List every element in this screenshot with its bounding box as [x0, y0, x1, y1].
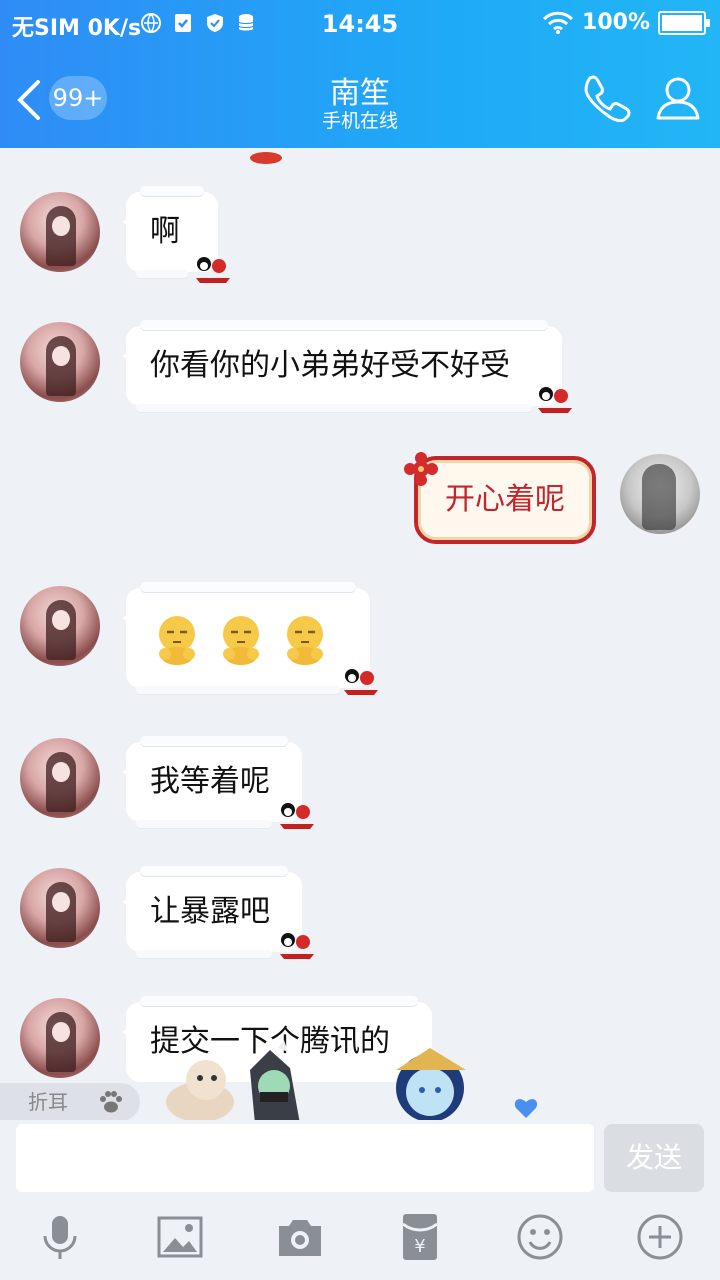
- avatar[interactable]: [20, 738, 100, 818]
- penguin-sleigh-icon: [538, 387, 572, 413]
- anime-character-sticker-icon: [396, 1048, 466, 1122]
- battery-icon: [658, 10, 710, 35]
- penguin-sleigh-icon: [280, 933, 314, 959]
- message-text: 你看你的小弟弟好受不好受: [150, 348, 510, 383]
- composer: 发送 ¥: [0, 1120, 720, 1280]
- sticker-strip: [166, 1040, 538, 1124]
- message-text: 让暴露吧: [150, 894, 270, 929]
- bubble-snow-decor: [136, 820, 272, 828]
- message-bubble[interactable]: [122, 582, 370, 694]
- message-row: 开心着呢: [0, 452, 720, 552]
- svg-text:¥: ¥: [414, 1236, 425, 1257]
- wifi-icon: [542, 11, 574, 34]
- paw-icon: [100, 1091, 122, 1113]
- bubble-snow-decor: [136, 404, 532, 412]
- message-row: 我等着呢: [0, 736, 720, 829]
- microphone-icon[interactable]: [35, 1212, 85, 1262]
- my-avatar[interactable]: [620, 454, 700, 534]
- penguin-sleigh-icon: [344, 669, 378, 695]
- emoji-group: [150, 615, 342, 665]
- top-bar: 无SIM 0K/s 14:45 100% 99+ 南笙 手机在线: [0, 0, 720, 148]
- avatar[interactable]: [20, 868, 100, 948]
- image-icon[interactable]: [155, 1212, 205, 1262]
- bubble-snow-decor: [140, 866, 288, 876]
- flower-decoration-icon: [404, 452, 438, 486]
- avatar[interactable]: [20, 586, 100, 666]
- message-row: 你看你的小弟弟好受不好受: [0, 320, 720, 413]
- person-icon[interactable]: [652, 72, 704, 124]
- message-text: 啊: [150, 214, 180, 249]
- bubble-snow-decor: [136, 686, 340, 694]
- bubble-snow-decor: [140, 736, 288, 746]
- message-bubble[interactable]: 我等着呢: [122, 736, 302, 828]
- emoji-icon[interactable]: [515, 1212, 565, 1262]
- status-right: 100%: [542, 10, 710, 35]
- send-button[interactable]: 发送: [604, 1124, 704, 1192]
- sleepy-face-emoji: [287, 615, 323, 665]
- my-message-bubble[interactable]: 开心着呢: [414, 456, 596, 544]
- message-row: [0, 582, 720, 696]
- penguin-sleigh-icon: [280, 803, 314, 829]
- message-row: 让暴露吧: [0, 866, 720, 959]
- blue-heart-icon: [514, 1099, 538, 1118]
- message-bubble[interactable]: 让暴露吧: [122, 866, 302, 958]
- chat-area[interactable]: 啊 你看你的小弟弟好受不好受 开心着呢 我等着呢 让暴露吧 提交一下个腾讯的: [0, 148, 720, 1120]
- bubble-snow-decor: [140, 186, 204, 196]
- bubble-snow-decor: [140, 996, 418, 1006]
- message-input[interactable]: [16, 1124, 594, 1192]
- battery-percent: 100%: [582, 10, 650, 35]
- message-text: 我等着呢: [150, 764, 270, 799]
- camera-icon[interactable]: [275, 1212, 325, 1262]
- bubble-snow-decor: [136, 950, 272, 958]
- sleepy-face-emoji: [223, 615, 259, 665]
- avatar[interactable]: [20, 322, 100, 402]
- bubble-snow-decor: [136, 270, 188, 278]
- bubble-snow-decor: [140, 320, 548, 330]
- anime-character-sticker-icon: [250, 1040, 300, 1124]
- red-packet-icon[interactable]: ¥: [395, 1212, 445, 1262]
- fold-tab-label: 折耳: [28, 1090, 68, 1114]
- phone-icon[interactable]: [580, 72, 632, 124]
- status-bar: 无SIM 0K/s 14:45 100%: [0, 0, 720, 50]
- avatar[interactable]: [20, 192, 100, 272]
- sleepy-face-emoji: [159, 615, 195, 665]
- plus-icon[interactable]: [635, 1212, 685, 1262]
- message-bubble[interactable]: 你看你的小弟弟好受不好受: [122, 320, 562, 412]
- bubble-decoration-icon: [250, 152, 282, 164]
- bubble-snow-decor: [140, 582, 356, 592]
- cat-sticker-icon: [166, 1060, 234, 1122]
- fold-tab[interactable]: 折耳: [0, 1083, 140, 1121]
- avatar[interactable]: [20, 998, 100, 1078]
- penguin-sleigh-icon: [196, 257, 230, 283]
- message-text: 开心着呢: [445, 482, 565, 517]
- message-row: 啊: [0, 186, 720, 283]
